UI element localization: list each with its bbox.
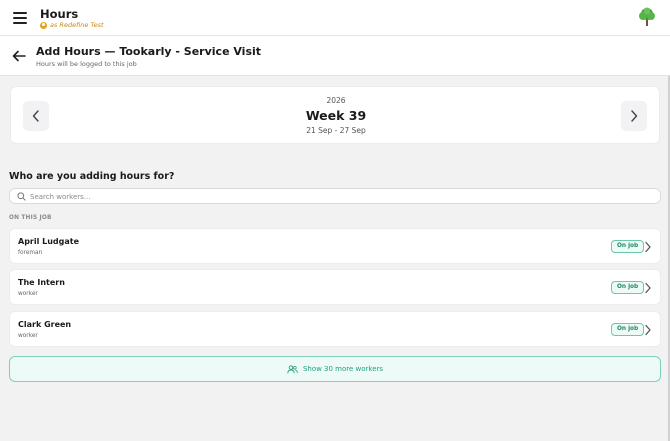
worker-name: The Intern	[18, 278, 65, 287]
tree-logo-icon	[639, 7, 655, 26]
app-title: Hours	[40, 7, 79, 21]
chevron-right-icon	[645, 241, 651, 253]
worker-row-april-ludgate[interactable]: April Ludgate foreman On job	[9, 228, 661, 264]
week-year: 2026	[326, 96, 346, 105]
hamburger-menu-icon[interactable]	[13, 12, 27, 24]
page-caption: Hours will be logged to this job	[36, 60, 137, 68]
worker-row-the-intern[interactable]: The Intern worker On job	[9, 269, 661, 305]
week-date-range: 21 Sep - 27 Sep	[306, 126, 366, 135]
acting-as-text: as Redefine Test	[50, 21, 104, 29]
workers-question: Who are you adding hours for?	[9, 171, 175, 182]
chevron-right-icon	[645, 282, 651, 294]
top-app-bar: Hours as Redefine Test	[0, 0, 670, 36]
show-more-label: Show 30 more workers	[302, 365, 384, 373]
search-input[interactable]	[30, 190, 630, 203]
show-more-workers-button[interactable]: Show 30 more workers	[9, 356, 661, 382]
on-job-badge: On job	[611, 323, 645, 336]
on-job-badge: On job	[611, 240, 645, 253]
next-week-button[interactable]	[621, 101, 647, 131]
chevron-right-icon	[645, 324, 651, 336]
week-number: Week 39	[305, 108, 367, 123]
on-this-job-label: ON THIS JOB	[9, 215, 52, 221]
on-job-badge: On job	[611, 281, 645, 294]
user-icon	[40, 21, 47, 29]
arrow-left-icon[interactable]	[12, 50, 26, 62]
worker-role: worker	[18, 333, 38, 339]
worker-role: foreman	[18, 250, 43, 256]
acting-as-label: as Redefine Test	[40, 21, 104, 29]
chevron-right-icon	[631, 110, 638, 122]
search-icon	[17, 192, 26, 201]
page-header: Add Hours — Tookarly - Service Visit Hou…	[0, 36, 670, 76]
people-icon	[287, 364, 298, 373]
worker-row-clark-green[interactable]: Clark Green worker On job	[9, 311, 661, 347]
worker-name: April Ludgate	[18, 237, 80, 246]
worker-name: Clark Green	[18, 320, 72, 329]
worker-search	[9, 188, 661, 204]
week-selector: 2026 Week 39 21 Sep - 27 Sep	[10, 86, 660, 144]
page-title: Add Hours — Tookarly - Service Visit	[36, 45, 262, 58]
worker-role: worker	[18, 291, 38, 297]
